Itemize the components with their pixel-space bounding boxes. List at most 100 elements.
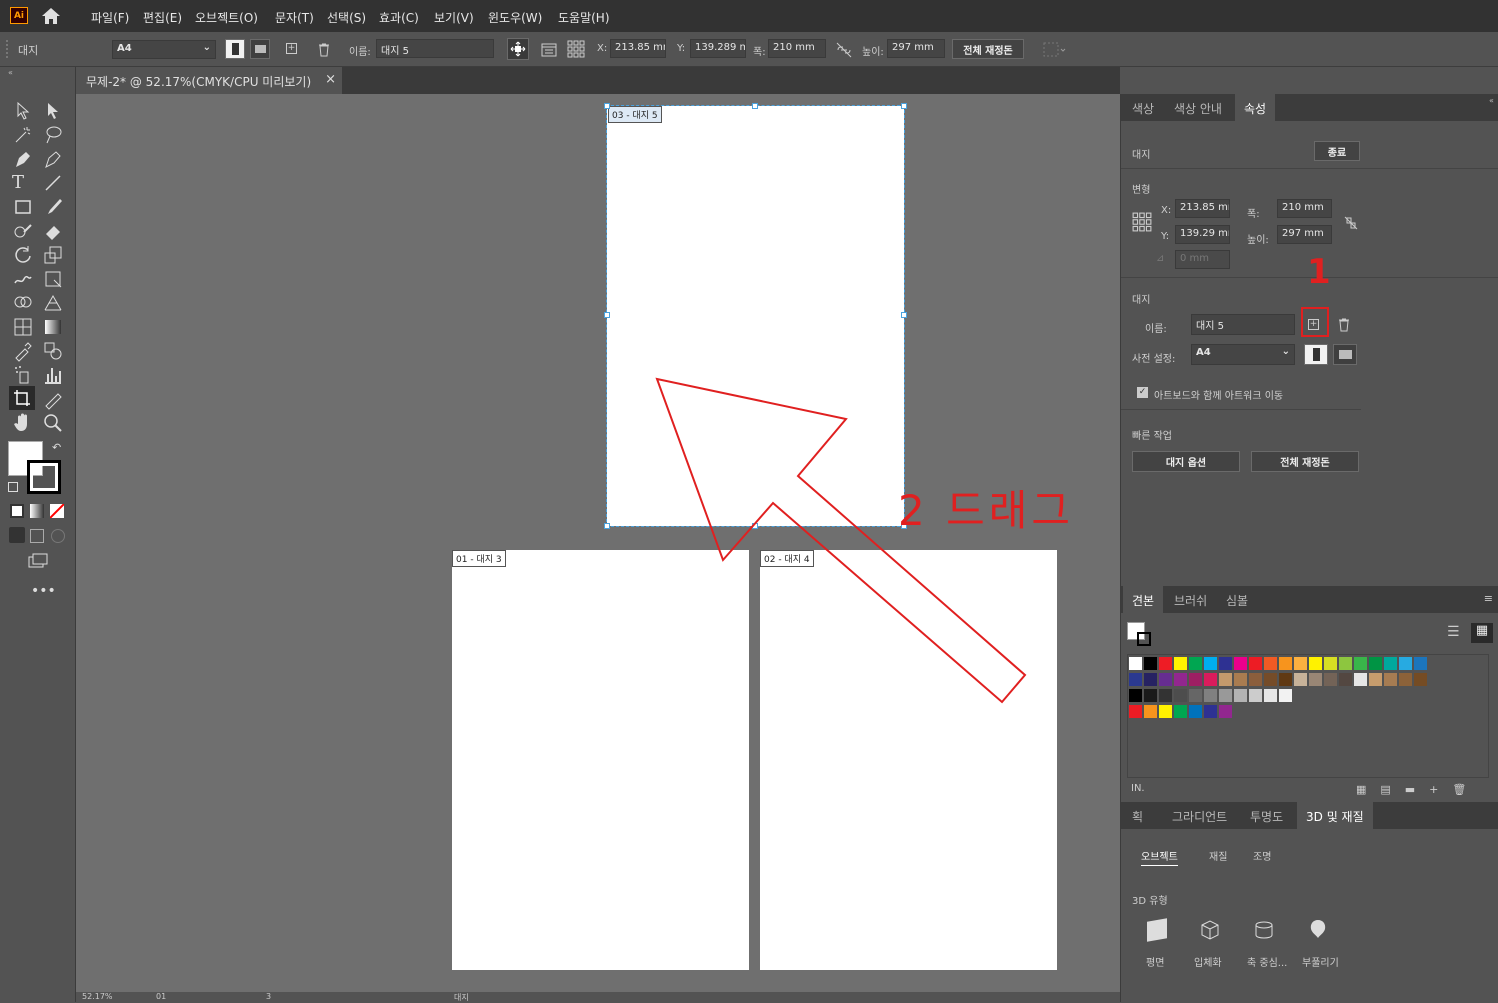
swatch[interactable] [1129, 673, 1142, 686]
new-artboard-icon[interactable]: + [1308, 319, 1319, 330]
angle-input[interactable]: 0 mm [1175, 250, 1230, 269]
swatch[interactable] [1354, 657, 1367, 670]
swatch[interactable] [1189, 673, 1202, 686]
magic-wand-tool-icon[interactable] [12, 124, 34, 146]
swatch[interactable] [1159, 657, 1172, 670]
slice-tool-icon[interactable] [42, 388, 64, 410]
revolve-icon[interactable] [1252, 918, 1276, 942]
preset-select[interactable]: A4 ⌄ [112, 40, 216, 59]
menu-edit[interactable]: 편집(E) [143, 9, 182, 26]
swatch[interactable] [1249, 689, 1262, 702]
collapse-icon[interactable]: « [1489, 96, 1494, 105]
collapse-icon[interactable]: « [8, 68, 13, 77]
swatch[interactable] [1234, 689, 1247, 702]
plane-icon[interactable] [1147, 918, 1167, 942]
swatch[interactable] [1279, 673, 1292, 686]
menu-effect[interactable]: 효과(C) [379, 9, 419, 26]
menu-window[interactable]: 윈도우(W) [488, 9, 542, 26]
type-tool-icon[interactable]: T [12, 172, 34, 194]
swatch[interactable] [1399, 657, 1412, 670]
swatch[interactable] [1264, 689, 1277, 702]
swatch[interactable] [1234, 673, 1247, 686]
grid-view-icon[interactable]: ▦ [1471, 623, 1493, 643]
new-artboard-icon[interactable]: + [286, 43, 297, 54]
tab-gradient[interactable]: 그라디언트 [1163, 802, 1236, 829]
swatch[interactable] [1369, 673, 1382, 686]
menu-type[interactable]: 문자(T) [275, 9, 314, 26]
menu-file[interactable]: 파일(F) [91, 9, 129, 26]
artboard-options-icon[interactable] [540, 41, 558, 59]
swatch[interactable] [1309, 673, 1322, 686]
color-mode-icon[interactable] [10, 504, 24, 518]
artboard-options-button[interactable]: 대지 옵션 [1132, 451, 1240, 472]
draw-inside-icon[interactable] [51, 529, 65, 543]
swatch[interactable] [1159, 673, 1172, 686]
tab-color[interactable]: 색상 [1123, 94, 1163, 121]
swatch[interactable] [1174, 657, 1187, 670]
perspective-grid-tool-icon[interactable] [42, 292, 64, 314]
rotate-tool-icon[interactable] [12, 244, 34, 266]
swap-fill-stroke-icon[interactable]: ↶ [52, 441, 61, 454]
menu-view[interactable]: 보기(V) [434, 9, 474, 26]
screen-mode-icon[interactable] [27, 551, 49, 573]
x-input[interactable]: 213.85 mr [1175, 199, 1230, 218]
artboard-tool-active[interactable] [9, 386, 35, 410]
shape-builder-tool-icon[interactable] [12, 292, 34, 314]
y-input[interactable]: 139.289 m [690, 39, 746, 58]
list-view-icon[interactable]: ☰ [1447, 624, 1460, 640]
swatch[interactable] [1414, 673, 1427, 686]
swatch[interactable] [1219, 689, 1232, 702]
scale-tool-icon[interactable] [42, 244, 64, 266]
swatch[interactable] [1309, 657, 1322, 670]
zoom-tool-icon[interactable] [42, 412, 64, 434]
subtab-materials[interactable]: 재질 [1209, 848, 1227, 863]
height-input[interactable]: 297 mm [1277, 225, 1332, 244]
swatch[interactable] [1204, 689, 1217, 702]
swatch[interactable] [1294, 657, 1307, 670]
swatch-actions[interactable]: ▦▤▬+🗑 [1356, 783, 1480, 796]
gradient-tool-icon[interactable] [42, 316, 64, 338]
swatch[interactable] [1174, 673, 1187, 686]
swatch[interactable] [1339, 673, 1352, 686]
gradient-mode-icon[interactable] [30, 504, 44, 518]
home-icon[interactable] [40, 6, 62, 26]
warp-tool-icon[interactable] [12, 268, 34, 290]
curvature-tool-icon[interactable] [42, 148, 64, 170]
blend-tool-icon[interactable] [42, 340, 64, 362]
swatch[interactable] [1339, 657, 1352, 670]
tab-transparency[interactable]: 투명도 [1241, 802, 1292, 829]
width-input[interactable]: 210 mm [1277, 199, 1332, 218]
swatch[interactable] [1129, 689, 1142, 702]
panel-menu-icon[interactable]: ≡ [1484, 592, 1493, 605]
swatch[interactable] [1159, 689, 1172, 702]
swatch[interactable] [1159, 705, 1172, 718]
paintbrush-tool-icon[interactable] [42, 196, 64, 218]
swatch[interactable] [1384, 673, 1397, 686]
height-input[interactable]: 297 mm [887, 39, 945, 58]
constrain-proportions-icon[interactable] [1342, 214, 1360, 232]
y-input[interactable]: 139.29 mr [1175, 225, 1230, 244]
swatch[interactable] [1264, 657, 1277, 670]
tab-properties[interactable]: 속성 [1235, 94, 1276, 121]
menu-help[interactable]: 도움말(H) [558, 9, 610, 26]
swatch[interactable] [1324, 673, 1337, 686]
swatch[interactable] [1144, 657, 1157, 670]
landscape-icon[interactable] [250, 39, 270, 59]
swatch[interactable] [1294, 673, 1307, 686]
none-mode-icon[interactable] [50, 504, 64, 518]
artboard-number[interactable]: 01 [156, 992, 166, 1001]
swatch[interactable] [1414, 657, 1427, 670]
swatch[interactable] [1264, 673, 1277, 686]
tab-symbols[interactable]: 심볼 [1217, 586, 1257, 613]
panel-menu-icon[interactable] [1043, 41, 1067, 59]
line-tool-icon[interactable] [42, 172, 64, 194]
swatch[interactable] [1189, 689, 1202, 702]
tab-swatches[interactable]: 견본 [1123, 586, 1164, 613]
menu-object[interactable]: 오브젝트(O) [195, 9, 258, 26]
swatch[interactable] [1279, 689, 1292, 702]
swatch[interactable] [1174, 705, 1187, 718]
subtab-lighting[interactable]: 조명 [1253, 848, 1271, 863]
reference-point-icon[interactable] [1132, 212, 1152, 232]
trash-icon[interactable] [1335, 316, 1353, 334]
swatch[interactable] [1324, 657, 1337, 670]
